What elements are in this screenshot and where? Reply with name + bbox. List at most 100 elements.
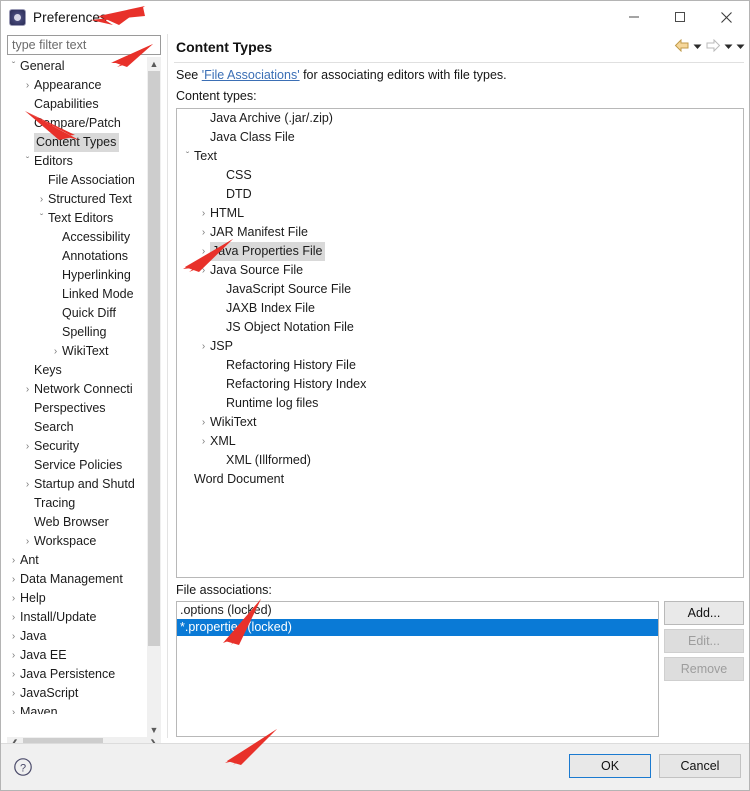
forward-arrow-icon[interactable]	[705, 38, 721, 55]
view-menu-chevron-down-icon[interactable]	[736, 40, 745, 54]
sidebar-tree-item[interactable]: Hyperlinking	[7, 266, 161, 285]
edit-button[interactable]: Edit...	[664, 629, 744, 653]
content-type-item[interactable]: › JSP	[177, 337, 743, 356]
preferences-tree[interactable]: ˇ General › Appearance Capabilities Compare/P…	[7, 57, 161, 714]
sidebar-tree-item[interactable]: ˇ Text Editors	[7, 209, 161, 228]
sidebar-tree-item[interactable]: › Java EE	[7, 646, 161, 665]
back-arrow-icon[interactable]	[674, 38, 690, 55]
sidebar-tree-item[interactable]: Keys	[7, 361, 161, 380]
content-type-item[interactable]: › HTML	[177, 204, 743, 223]
sidebar-tree-item[interactable]: › Appearance	[7, 76, 161, 95]
chevron-right-icon[interactable]: ›	[7, 608, 20, 627]
add-button[interactable]: Add...	[664, 601, 744, 625]
sidebar-tree-item[interactable]: › Install/Update	[7, 608, 161, 627]
sidebar-tree-item[interactable]: › Startup and Shutd	[7, 475, 161, 494]
chevron-right-icon[interactable]: ›	[7, 551, 20, 570]
chevron-right-icon[interactable]: ›	[21, 475, 34, 494]
help-icon[interactable]: ?	[13, 757, 33, 777]
chevron-right-icon[interactable]: ›	[7, 665, 20, 684]
chevron-right-icon[interactable]: ›	[7, 646, 20, 665]
content-type-item[interactable]: DTD	[177, 185, 743, 204]
remove-button[interactable]: Remove	[664, 657, 744, 681]
file-associations-link[interactable]: 'File Associations'	[202, 68, 300, 82]
sidebar-tree-item[interactable]: › Workspace	[7, 532, 161, 551]
sidebar-tree-item[interactable]: › Help	[7, 589, 161, 608]
chevron-right-icon[interactable]: ›	[35, 190, 48, 209]
scroll-down-icon[interactable]: ▼	[147, 723, 161, 737]
sidebar-tree-item[interactable]: Service Policies	[7, 456, 161, 475]
sidebar-tree-item[interactable]: ˇ General	[7, 57, 161, 76]
ok-button[interactable]: OK	[569, 754, 651, 778]
sidebar-tree-item[interactable]: Perspectives	[7, 399, 161, 418]
file-association-row[interactable]: .options (locked)	[177, 602, 658, 619]
content-type-item[interactable]: Java Archive (.jar/.zip)	[177, 109, 743, 128]
content-type-item[interactable]: Word Document	[177, 470, 743, 489]
tree-vertical-scrollbar[interactable]: ▲ ▼	[147, 57, 161, 737]
chevron-down-icon[interactable]: ˇ	[35, 209, 48, 228]
content-type-item[interactable]: CSS	[177, 166, 743, 185]
tree-vscroll-thumb[interactable]	[148, 71, 160, 646]
forward-menu-chevron-down-icon[interactable]	[724, 40, 733, 54]
sidebar-tree-item[interactable]: Search	[7, 418, 161, 437]
chevron-right-icon[interactable]: ›	[21, 437, 34, 456]
chevron-right-icon[interactable]: ›	[197, 432, 210, 451]
chevron-right-icon[interactable]: ›	[197, 223, 210, 242]
content-type-item[interactable]: › Java Properties File	[177, 242, 743, 261]
chevron-right-icon[interactable]: ›	[197, 261, 210, 280]
sidebar-tree-item[interactable]: Spelling	[7, 323, 161, 342]
chevron-right-icon[interactable]: ›	[7, 627, 20, 646]
sidebar-tree-item[interactable]: › WikiText	[7, 342, 161, 361]
file-associations-list[interactable]: .options (locked) *.properties (locked)	[176, 601, 659, 737]
content-type-item[interactable]: XML (Illformed)	[177, 451, 743, 470]
chevron-down-icon[interactable]: ˇ	[7, 57, 20, 76]
sidebar-tree-item[interactable]: › Structured Text	[7, 190, 161, 209]
sidebar-tree-item[interactable]: Compare/Patch	[7, 114, 161, 133]
back-menu-chevron-down-icon[interactable]	[693, 40, 702, 54]
content-type-item[interactable]: ˇ Text	[177, 147, 743, 166]
chevron-right-icon[interactable]: ›	[197, 242, 210, 261]
content-type-item[interactable]: Java Class File	[177, 128, 743, 147]
scroll-up-icon[interactable]: ▲	[147, 57, 161, 71]
file-association-row[interactable]: *.properties (locked)	[177, 619, 658, 636]
content-type-item[interactable]: Runtime log files	[177, 394, 743, 413]
sidebar-tree-item[interactable]: Content Types	[7, 133, 161, 152]
chevron-right-icon[interactable]: ›	[21, 380, 34, 399]
chevron-down-icon[interactable]: ˇ	[21, 152, 34, 171]
sidebar-tree-item[interactable]: › Java Persistence	[7, 665, 161, 684]
sidebar-tree-item[interactable]: Quick Diff	[7, 304, 161, 323]
cancel-button[interactable]: Cancel	[659, 754, 741, 778]
sidebar-tree-item[interactable]: ˇ Editors	[7, 152, 161, 171]
chevron-right-icon[interactable]: ›	[21, 532, 34, 551]
chevron-right-icon[interactable]: ›	[197, 413, 210, 432]
sidebar-tree-item[interactable]: › JavaScript	[7, 684, 161, 703]
maximize-icon[interactable]	[657, 2, 703, 33]
sidebar-tree-item[interactable]: Tracing	[7, 494, 161, 513]
content-type-item[interactable]: › JAR Manifest File	[177, 223, 743, 242]
sidebar-tree-item[interactable]: Annotations	[7, 247, 161, 266]
chevron-right-icon[interactable]: ›	[7, 684, 20, 703]
chevron-right-icon[interactable]: ›	[7, 570, 20, 589]
content-type-item[interactable]: › XML	[177, 432, 743, 451]
content-type-item[interactable]: JavaScript Source File	[177, 280, 743, 299]
sidebar-tree-item[interactable]: › Java	[7, 627, 161, 646]
chevron-right-icon[interactable]: ›	[49, 342, 62, 361]
sidebar-tree-item[interactable]: Capabilities	[7, 95, 161, 114]
content-type-item[interactable]: Refactoring History File	[177, 356, 743, 375]
content-types-tree[interactable]: Java Archive (.jar/.zip) Java Class File ˇ…	[176, 108, 744, 578]
sidebar-tree-item[interactable]: › Ant	[7, 551, 161, 570]
content-type-item[interactable]: JS Object Notation File	[177, 318, 743, 337]
sidebar-tree-item[interactable]: › Network Connecti	[7, 380, 161, 399]
filter-input[interactable]	[7, 35, 161, 55]
sidebar-tree-item[interactable]: › Maven	[7, 703, 161, 714]
close-icon[interactable]	[703, 2, 749, 33]
sidebar-tree-item[interactable]: Web Browser	[7, 513, 161, 532]
chevron-right-icon[interactable]: ›	[7, 589, 20, 608]
content-type-item[interactable]: JAXB Index File	[177, 299, 743, 318]
chevron-right-icon[interactable]: ›	[21, 76, 34, 95]
sidebar-tree-item[interactable]: › Security	[7, 437, 161, 456]
minimize-icon[interactable]	[611, 2, 657, 33]
sidebar-tree-item[interactable]: Accessibility	[7, 228, 161, 247]
chevron-right-icon[interactable]: ›	[7, 703, 20, 714]
content-type-item[interactable]: › WikiText	[177, 413, 743, 432]
sidebar-tree-item[interactable]: › Data Management	[7, 570, 161, 589]
